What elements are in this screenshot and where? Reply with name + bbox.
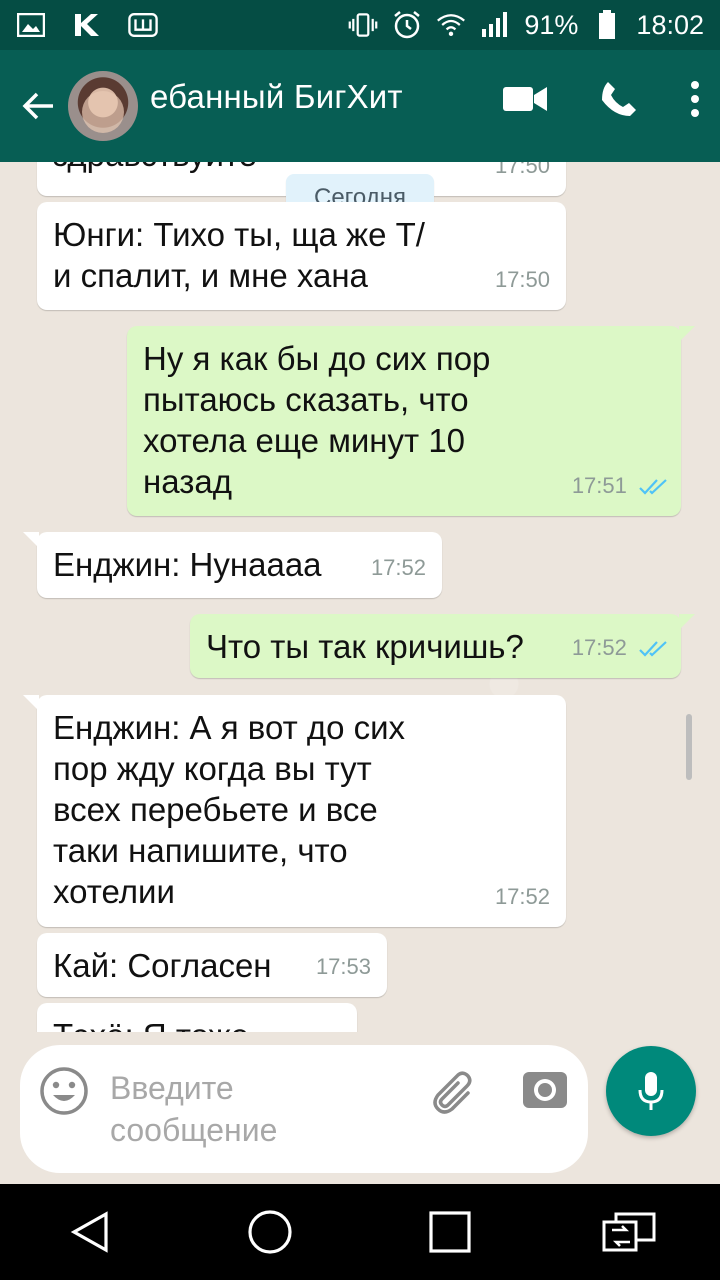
message-time: 17:52 bbox=[370, 555, 426, 580]
message-outgoing[interactable]: Ну я как бы до сих пор пытаюсь сказать, … bbox=[127, 326, 695, 516]
camera-icon[interactable] bbox=[520, 1065, 570, 1115]
message-line: и спалит, и мне хана bbox=[53, 257, 368, 294]
read-ticks-icon bbox=[639, 641, 667, 657]
mic-button[interactable] bbox=[606, 1046, 696, 1136]
message-text: Что ты так кричишь? bbox=[206, 628, 524, 665]
message-line: Енджин: А я вот до сих bbox=[53, 709, 406, 746]
read-ticks-icon bbox=[639, 479, 667, 495]
vibrate-icon bbox=[348, 11, 378, 39]
status-left-icons bbox=[16, 11, 158, 39]
message-time: 17:53 bbox=[315, 954, 371, 979]
phone-icon[interactable] bbox=[600, 80, 638, 123]
message-time: 17:51 bbox=[571, 473, 627, 498]
message-incoming[interactable]: Енджин: Нунаааа 17:52 bbox=[23, 532, 442, 598]
placeholder-line: Введите bbox=[110, 1070, 234, 1106]
message-text: здравствуйте bbox=[53, 162, 257, 175]
recents-nav-icon[interactable] bbox=[420, 1202, 480, 1262]
message-line: пор жду когда вы тут bbox=[53, 750, 372, 787]
message-composer: Введите сообщение bbox=[20, 1045, 588, 1173]
switch-sim-icon[interactable] bbox=[600, 1202, 660, 1262]
message-outgoing[interactable]: Что ты так кричишь? 17:52 bbox=[190, 614, 695, 678]
bubble-tail bbox=[23, 532, 39, 548]
header-actions bbox=[502, 80, 700, 123]
placeholder-line: сообщение bbox=[110, 1112, 278, 1148]
message-line: пытаюсь сказать, что bbox=[143, 381, 469, 418]
status-right: 91% 18:02 bbox=[348, 10, 704, 41]
signal-icon bbox=[480, 11, 510, 39]
message-time: 17:50 bbox=[494, 162, 550, 178]
avatar[interactable] bbox=[68, 71, 138, 141]
notification-box-icon bbox=[128, 11, 158, 39]
scrollbar-thumb[interactable] bbox=[686, 714, 692, 780]
message-text: Тэхё: Я тоже bbox=[53, 1017, 249, 1032]
bubble-tail bbox=[679, 326, 695, 342]
attach-icon[interactable] bbox=[430, 1067, 480, 1117]
mic-icon bbox=[638, 1072, 664, 1110]
home-nav-icon[interactable] bbox=[240, 1202, 300, 1262]
message-incoming[interactable]: Енджин: А я вот до сих пор жду когда вы … bbox=[23, 695, 566, 927]
message-text: Енджин: Нунаааа bbox=[53, 546, 322, 583]
message-line: Юнги: Тихо ты, ща же Т/ bbox=[53, 216, 425, 253]
bubble-tail bbox=[23, 695, 39, 711]
message-incoming[interactable]: Тэхё: Я тоже bbox=[37, 1003, 357, 1032]
message-time: 17:50 bbox=[494, 267, 550, 292]
more-vert-icon[interactable] bbox=[690, 81, 700, 122]
chat-area[interactable]: здравствуйте 17:50 Сегодня Юнги: Тихо ты… bbox=[0, 162, 720, 1032]
image-icon bbox=[16, 11, 46, 39]
alarm-icon bbox=[392, 11, 422, 39]
message-time: 17:52 bbox=[571, 635, 627, 660]
bubble-tail bbox=[679, 614, 695, 630]
message-text: Кай: Согласен bbox=[53, 947, 272, 984]
chat-header: ебанный БигХит bbox=[0, 50, 720, 162]
battery-percent: 91% bbox=[524, 9, 579, 40]
system-nav-bar bbox=[0, 1184, 720, 1280]
message-line: Ну я как бы до сих пор bbox=[143, 340, 491, 377]
wifi-icon bbox=[436, 11, 466, 39]
message-input[interactable]: Введите сообщение bbox=[110, 1067, 410, 1151]
message-incoming[interactable]: Юнги: Тихо ты, ща же Т/ и спалит, и мне … bbox=[37, 202, 566, 310]
video-call-icon[interactable] bbox=[502, 84, 548, 119]
message-line: таки напишите, что bbox=[53, 832, 348, 869]
vk-icon bbox=[72, 11, 102, 39]
back-button[interactable] bbox=[8, 76, 68, 136]
emoji-icon[interactable] bbox=[38, 1065, 90, 1117]
message-line: всех перебьете и все bbox=[53, 791, 378, 828]
message-time: 17:52 bbox=[494, 884, 550, 909]
battery-icon bbox=[592, 10, 622, 39]
message-line: хотелии bbox=[53, 873, 175, 910]
message-meta: 17:52 bbox=[572, 627, 669, 668]
back-nav-icon[interactable] bbox=[60, 1202, 120, 1262]
clock: 18:02 bbox=[636, 9, 704, 40]
chat-title[interactable]: ебанный БигХит bbox=[150, 78, 403, 116]
message-line: хотела еще минут 10 bbox=[143, 422, 466, 459]
message-incoming[interactable]: Кай: Согласен 17:53 bbox=[37, 933, 387, 997]
status-bar: 91% 18:02 bbox=[0, 0, 720, 50]
message-meta: 17:51 bbox=[572, 465, 669, 506]
arrow-left-icon bbox=[22, 92, 53, 120]
